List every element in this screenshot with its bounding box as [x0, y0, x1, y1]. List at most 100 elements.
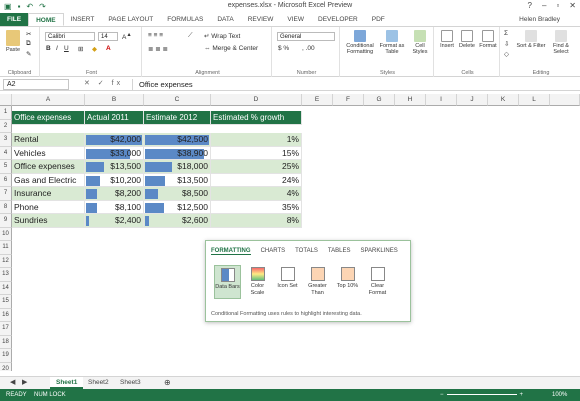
- row-header[interactable]: 13: [0, 268, 12, 282]
- row-header[interactable]: 17: [0, 322, 12, 336]
- row-header[interactable]: 6: [0, 173, 12, 187]
- table-cell-actual[interactable]: $8,100: [85, 200, 144, 214]
- column-header-j[interactable]: J: [457, 94, 488, 106]
- column-header-l[interactable]: L: [519, 94, 550, 106]
- restore-icon[interactable]: ▫: [556, 1, 559, 10]
- align-left-icon[interactable]: ≣ ≣ ≣: [148, 45, 168, 53]
- column-header-i[interactable]: I: [426, 94, 457, 106]
- column-header-a[interactable]: A: [12, 94, 85, 106]
- conditional-formatting-button[interactable]: Conditional Formatting: [344, 30, 376, 55]
- qa-color-scale-button[interactable]: Color Scale: [244, 267, 271, 296]
- select-all-corner[interactable]: [0, 94, 12, 106]
- italic-button[interactable]: I: [56, 45, 58, 52]
- tab-pdf[interactable]: PDF: [365, 13, 392, 26]
- row-header[interactable]: 3: [0, 133, 12, 147]
- format-as-table-button[interactable]: Format as Table: [378, 30, 406, 55]
- font-size-combo[interactable]: 14: [98, 32, 118, 41]
- column-header-h[interactable]: H: [395, 94, 426, 106]
- sheet-tab-sheet1[interactable]: Sheet1: [50, 377, 84, 389]
- table-cell-actual[interactable]: $2,400: [85, 214, 144, 228]
- table-header-estimate-2012[interactable]: Estimate 2012: [144, 111, 211, 125]
- table-cell-estimate[interactable]: $38,900: [144, 146, 211, 160]
- table-cell-estimate[interactable]: $2,600: [144, 214, 211, 228]
- comma-style-icon[interactable]: , .00: [302, 45, 315, 52]
- row-header[interactable]: 5: [0, 160, 12, 174]
- zoom-slider[interactable]: − +: [440, 389, 523, 401]
- tab-page-layout[interactable]: PAGE LAYOUT: [101, 13, 160, 26]
- copy-icon[interactable]: ⧉: [26, 40, 31, 48]
- column-header-c[interactable]: C: [144, 94, 211, 106]
- table-cell-label[interactable]: Insurance: [12, 187, 85, 201]
- wrap-text-button[interactable]: ↵ Wrap Text: [204, 32, 240, 40]
- zoom-level[interactable]: 100%: [552, 389, 567, 401]
- orientation-icon[interactable]: ⟋: [188, 32, 193, 40]
- qa-tab-formatting[interactable]: FORMATTING: [211, 248, 251, 255]
- row-header[interactable]: 16: [0, 308, 12, 322]
- sheet-tab-sheet2[interactable]: Sheet2: [82, 377, 115, 389]
- table-cell-growth[interactable]: 24%: [211, 173, 302, 187]
- table-cell-growth[interactable]: 8%: [211, 214, 302, 228]
- tab-insert[interactable]: INSERT: [64, 13, 102, 26]
- find-select-button[interactable]: Find & Select: [546, 30, 576, 55]
- align-top-icon[interactable]: ≡ ≡ ≡: [148, 32, 163, 39]
- tab-file[interactable]: FILE: [0, 13, 29, 26]
- table-cell-label[interactable]: Gas and Electric: [12, 173, 85, 187]
- row-header[interactable]: 7: [0, 187, 12, 201]
- row-header[interactable]: 8: [0, 200, 12, 214]
- table-cell-label[interactable]: Rental: [12, 133, 85, 147]
- row-header[interactable]: 1: [0, 106, 12, 120]
- tab-home[interactable]: HOME: [28, 13, 64, 26]
- fill-icon[interactable]: ⇩: [504, 40, 509, 48]
- table-cell-actual[interactable]: $10,200: [85, 173, 144, 187]
- currency-icon[interactable]: $ %: [278, 45, 289, 52]
- column-header-f[interactable]: F: [333, 94, 364, 106]
- minimize-icon[interactable]: –: [542, 1, 546, 10]
- table-header-office-expenses[interactable]: Office expenses: [12, 111, 85, 125]
- table-cell-actual[interactable]: $8,200: [85, 187, 144, 201]
- merge-center-button[interactable]: ⇔ Merge & Center: [204, 45, 258, 52]
- new-sheet-icon[interactable]: ⊕: [158, 377, 177, 389]
- column-header-k[interactable]: K: [488, 94, 519, 106]
- table-cell-growth[interactable]: 1%: [211, 133, 302, 147]
- qa-clear-format-button[interactable]: Clear Format: [364, 267, 391, 296]
- tab-formulas[interactable]: FORMULAS: [160, 13, 210, 26]
- table-cell-actual[interactable]: $33,000: [85, 146, 144, 160]
- qa-icon-set-button[interactable]: Icon Set: [274, 267, 301, 290]
- column-header-g[interactable]: G: [364, 94, 395, 106]
- fill-color-icon[interactable]: ◆: [92, 45, 97, 53]
- number-format-combo[interactable]: General: [277, 32, 335, 41]
- tab-data[interactable]: DATA: [210, 13, 240, 26]
- qa-tab-sparklines[interactable]: SPARKLINES: [361, 248, 398, 255]
- qa-greater-than-button[interactable]: Greater Than: [304, 267, 331, 296]
- qa-tab-charts[interactable]: CHARTS: [261, 248, 286, 255]
- paste-button[interactable]: Paste: [4, 30, 22, 53]
- row-header[interactable]: 4: [0, 146, 12, 160]
- format-painter-icon[interactable]: ✎: [26, 50, 31, 58]
- underline-button[interactable]: U: [64, 45, 69, 52]
- table-cell-estimate[interactable]: $42,500: [144, 133, 211, 147]
- table-cell-estimate[interactable]: $18,000: [144, 160, 211, 174]
- row-header[interactable]: 20: [0, 362, 12, 371]
- delete-button[interactable]: Delete: [457, 30, 477, 49]
- row-header[interactable]: 11: [0, 241, 12, 255]
- column-header-b[interactable]: B: [85, 94, 144, 106]
- close-icon[interactable]: ✕: [569, 1, 576, 10]
- format-button[interactable]: Format: [477, 30, 499, 49]
- help-icon[interactable]: ?: [528, 1, 532, 10]
- row-header[interactable]: 15: [0, 295, 12, 309]
- row-header[interactable]: 9: [0, 214, 12, 228]
- grow-font-icon[interactable]: A▲: [122, 32, 132, 41]
- row-header[interactable]: 14: [0, 281, 12, 295]
- column-header-d[interactable]: D: [211, 94, 302, 106]
- sheet-tab-sheet3[interactable]: Sheet3: [114, 377, 147, 389]
- table-header-estimated-growth[interactable]: Estimated % growth: [211, 111, 302, 125]
- borders-icon[interactable]: ⊞: [78, 45, 83, 53]
- table-cell-growth[interactable]: 4%: [211, 187, 302, 201]
- qa-data-bars-button[interactable]: Data Bars: [214, 265, 241, 299]
- column-header-e[interactable]: E: [302, 94, 333, 106]
- cell-styles-button[interactable]: Cell Styles: [408, 30, 432, 55]
- table-cell-estimate[interactable]: $13,500: [144, 173, 211, 187]
- table-header-actual-2011[interactable]: Actual 2011: [85, 111, 144, 125]
- row-header[interactable]: 2: [0, 119, 12, 133]
- row-header[interactable]: 12: [0, 254, 12, 268]
